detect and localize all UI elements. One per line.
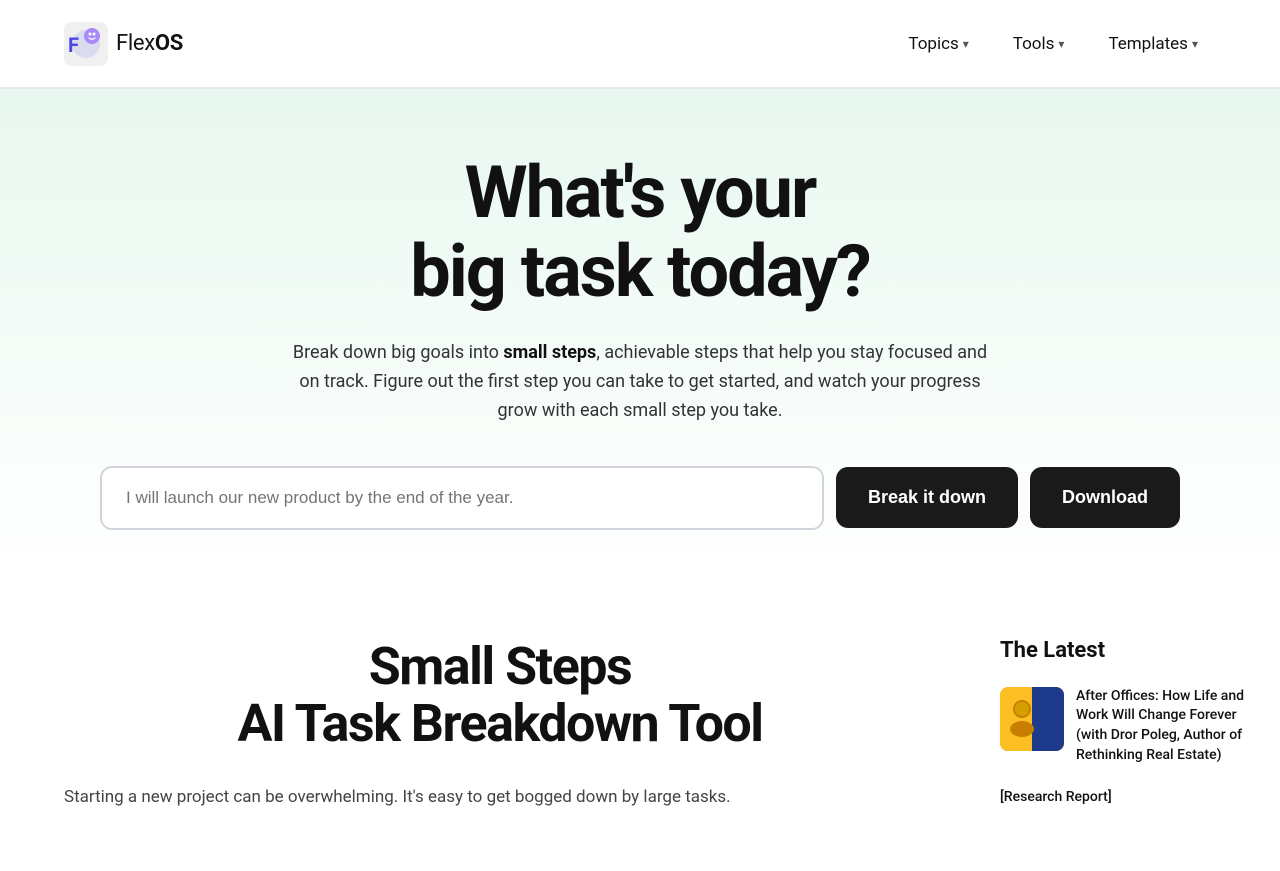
task-input[interactable]	[100, 466, 824, 530]
main-content: Small Steps AI Task Breakdown Tool Start…	[0, 578, 1280, 871]
svg-text:F: F	[68, 33, 79, 57]
main-nav: Topics ▾ Tools ▾ Templates ▾	[890, 24, 1216, 64]
hero-title: What's your big task today?	[64, 153, 1216, 311]
tool-subtitle: AI Task Breakdown Tool	[64, 695, 936, 752]
latest-section-title: The Latest	[1000, 638, 1248, 663]
article-title-1: After Offices: How Life and Work Will Ch…	[1076, 687, 1248, 765]
break-it-down-button[interactable]: Break it down	[836, 467, 1018, 528]
templates-chevron-icon: ▾	[1192, 37, 1198, 51]
nav-tools[interactable]: Tools ▾	[995, 24, 1083, 64]
article-card-1[interactable]: After Offices: How Life and Work Will Ch…	[1000, 687, 1248, 765]
article-info-1: After Offices: How Life and Work Will Ch…	[1076, 687, 1248, 765]
tools-chevron-icon: ▾	[1058, 37, 1064, 51]
article-thumb-1	[1000, 687, 1064, 751]
nav-templates[interactable]: Templates ▾	[1090, 24, 1216, 64]
research-report-link[interactable]: [Research Report]	[1000, 789, 1248, 805]
tool-title: Small Steps	[64, 638, 936, 695]
right-panel: The Latest After Office	[1000, 578, 1280, 871]
task-input-row: Break it down Download	[100, 466, 1180, 530]
left-panel: Small Steps AI Task Breakdown Tool Start…	[0, 578, 1000, 871]
logo-text: FlexOS	[116, 31, 183, 56]
logo[interactable]: F FlexOS	[64, 22, 183, 66]
tool-description: Starting a new project can be overwhelmi…	[64, 784, 936, 811]
hero-section: What's your big task today? Break down b…	[0, 89, 1280, 578]
nav-topics[interactable]: Topics ▾	[890, 24, 986, 64]
hero-description: Break down big goals into small steps, a…	[290, 339, 990, 425]
topics-chevron-icon: ▾	[963, 37, 969, 51]
download-button[interactable]: Download	[1030, 467, 1180, 528]
site-header: F FlexOS Topics ▾ Tools ▾ Templates ▾	[0, 0, 1280, 88]
logo-icon: F	[64, 22, 108, 66]
